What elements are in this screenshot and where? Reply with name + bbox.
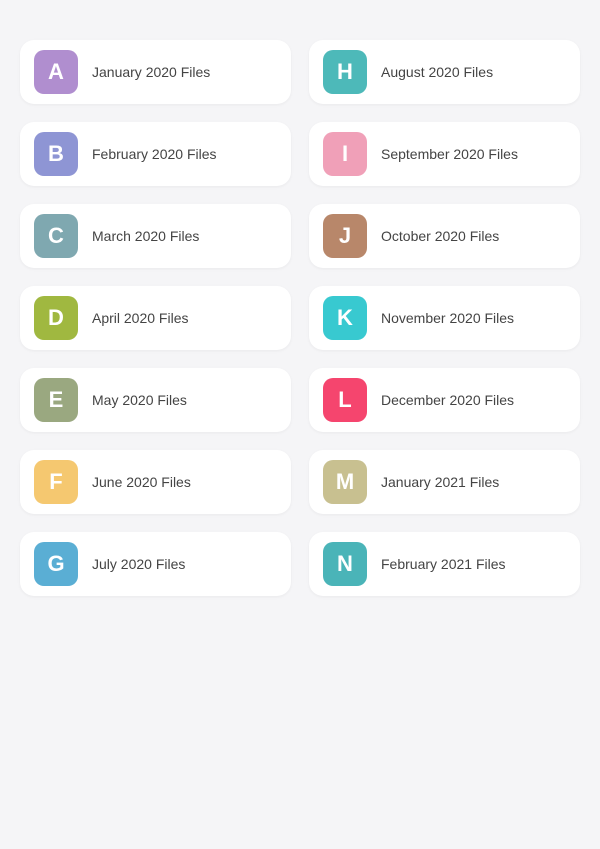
folder-icon-a: A xyxy=(34,50,78,94)
folder-item-d[interactable]: D April 2020 Files xyxy=(20,286,291,350)
folder-item-b[interactable]: B February 2020 Files xyxy=(20,122,291,186)
folder-item-k[interactable]: K November 2020 Files xyxy=(309,286,580,350)
folder-item-j[interactable]: J October 2020 Files xyxy=(309,204,580,268)
folder-label-d: April 2020 Files xyxy=(92,310,189,326)
folder-icon-b: B xyxy=(34,132,78,176)
folder-icon-j: J xyxy=(323,214,367,258)
folder-item-g[interactable]: G July 2020 Files xyxy=(20,532,291,596)
folder-icon-n: N xyxy=(323,542,367,586)
folder-icon-g: G xyxy=(34,542,78,586)
folder-label-m: January 2021 Files xyxy=(381,474,499,490)
folder-icon-m: M xyxy=(323,460,367,504)
folder-icon-i: I xyxy=(323,132,367,176)
folder-item-f[interactable]: F June 2020 Files xyxy=(20,450,291,514)
folder-item-l[interactable]: L December 2020 Files xyxy=(309,368,580,432)
folder-label-c: March 2020 Files xyxy=(92,228,199,244)
folder-label-h: August 2020 Files xyxy=(381,64,493,80)
folder-label-f: June 2020 Files xyxy=(92,474,191,490)
folders-grid: A January 2020 Files H August 2020 Files B Fe… xyxy=(20,40,580,596)
folder-label-j: October 2020 Files xyxy=(381,228,499,244)
folder-icon-h: H xyxy=(323,50,367,94)
folder-label-k: November 2020 Files xyxy=(381,310,514,326)
folder-item-c[interactable]: C March 2020 Files xyxy=(20,204,291,268)
folder-item-i[interactable]: I September 2020 Files xyxy=(309,122,580,186)
folder-icon-c: C xyxy=(34,214,78,258)
folder-icon-e: E xyxy=(34,378,78,422)
folder-label-l: December 2020 Files xyxy=(381,392,514,408)
folder-label-b: February 2020 Files xyxy=(92,146,217,162)
folder-label-g: July 2020 Files xyxy=(92,556,185,572)
folder-label-i: September 2020 Files xyxy=(381,146,518,162)
folder-label-a: January 2020 Files xyxy=(92,64,210,80)
folder-item-e[interactable]: E May 2020 Files xyxy=(20,368,291,432)
folder-item-h[interactable]: H August 2020 Files xyxy=(309,40,580,104)
folder-label-n: February 2021 Files xyxy=(381,556,506,572)
folder-icon-d: D xyxy=(34,296,78,340)
folder-icon-f: F xyxy=(34,460,78,504)
folder-icon-l: L xyxy=(323,378,367,422)
folder-icon-k: K xyxy=(323,296,367,340)
folder-label-e: May 2020 Files xyxy=(92,392,187,408)
folder-item-a[interactable]: A January 2020 Files xyxy=(20,40,291,104)
folder-item-m[interactable]: M January 2021 Files xyxy=(309,450,580,514)
folder-item-n[interactable]: N February 2021 Files xyxy=(309,532,580,596)
